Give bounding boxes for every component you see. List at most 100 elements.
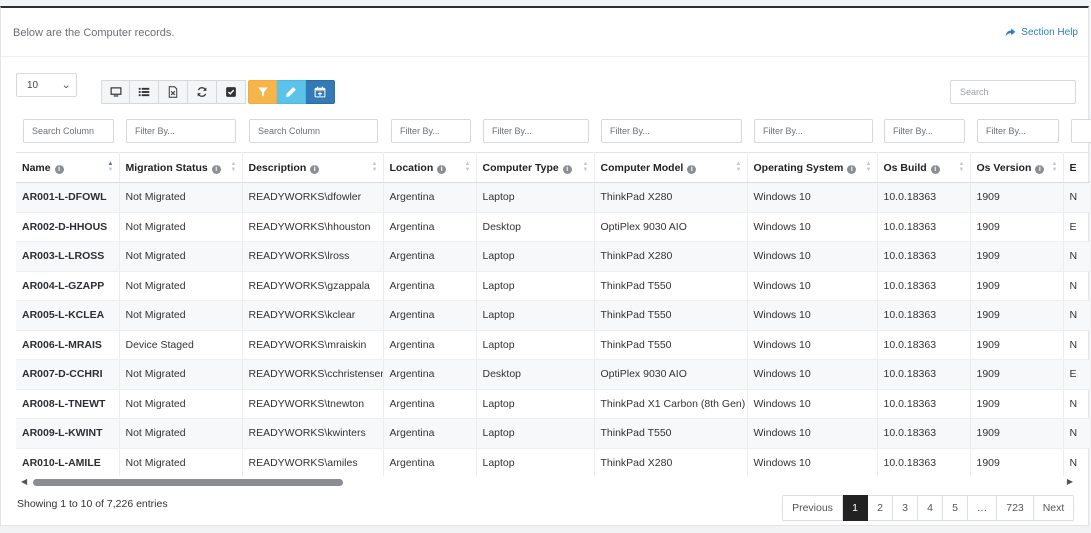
global-search-input[interactable] <box>950 80 1076 104</box>
table-row[interactable]: AR004-L-GZAPP Not Migrated READYWORKS\gzap… <box>16 271 1090 301</box>
scroll-left-icon[interactable]: ◀ <box>21 477 27 486</box>
info-icon[interactable]: i <box>437 164 447 174</box>
scroll-right-icon[interactable]: ▶ <box>1067 477 1073 486</box>
cell-os-build: 10.0.18363 <box>877 182 971 213</box>
table-row[interactable]: AR001-L-DFOWL Not Migrated READYWORKS\dfow… <box>16 182 1090 213</box>
column-header-name[interactable]: Name i ▲ ▼ <box>16 152 120 183</box>
excel-export-button[interactable] <box>159 80 188 104</box>
cell-migration-status: Not Migrated <box>119 182 243 213</box>
next-page-button[interactable]: Next <box>1034 495 1074 521</box>
cell-os-version: 1909 <box>970 241 1064 272</box>
operating-system-filter-input[interactable] <box>754 119 873 143</box>
cell-computer-model: ThinkPad T550 <box>594 418 748 449</box>
column-header-extra[interactable]: E <box>1063 152 1090 183</box>
cell-name[interactable]: AR010-L-AMILE <box>16 448 120 476</box>
cell-location: Argentina <box>383 271 477 301</box>
cell-description: READYWORKS\lross <box>242 241 384 272</box>
os-version-filter-input[interactable] <box>977 119 1059 143</box>
column-label: Migration Status <box>125 161 208 174</box>
table-row[interactable]: AR008-L-TNEWT Not Migrated READYWORKS\tnew… <box>16 389 1090 419</box>
column-header-migration-status[interactable]: Migration Status i ▲ ▼ <box>119 152 243 183</box>
column-label: Operating System <box>753 161 844 174</box>
header-divider <box>1 56 1088 57</box>
list-view-button[interactable] <box>130 80 159 104</box>
table-row[interactable]: AR009-L-KWINT Not Migrated READYWORKS\kwin… <box>16 418 1090 449</box>
name-column-search-input[interactable] <box>23 119 114 143</box>
computer-type-filter-input[interactable] <box>483 119 589 143</box>
excel-file-icon <box>168 86 178 98</box>
page-button-4[interactable]: 4 <box>918 495 943 521</box>
page-button-3[interactable]: 3 <box>893 495 918 521</box>
refresh-icon <box>197 87 207 97</box>
info-icon[interactable]: i <box>310 164 320 174</box>
horizontal-scrollbar[interactable]: ◀ ▶ <box>16 476 1075 488</box>
column-header-computer-model[interactable]: Computer Model i ▲ ▼ <box>594 152 748 183</box>
filter-button[interactable] <box>248 80 277 104</box>
cell-name[interactable]: AR003-L-LROSS <box>16 241 120 272</box>
column-header-os-version[interactable]: Os Version i ▲ ▼ <box>970 152 1064 183</box>
info-icon[interactable]: i <box>847 164 857 174</box>
column-header-computer-type[interactable]: Computer Type i ▲ ▼ <box>476 152 595 183</box>
computer-model-filter-input[interactable] <box>601 119 742 143</box>
column-header-location[interactable]: Location i ▲ ▼ <box>383 152 477 183</box>
info-icon[interactable]: i <box>930 164 940 174</box>
refresh-button[interactable] <box>188 80 217 104</box>
column-header-description[interactable]: Description i ▲ ▼ <box>242 152 384 183</box>
schedule-button[interactable] <box>306 80 335 104</box>
column-view-button[interactable] <box>101 80 130 104</box>
cell-name[interactable]: AR009-L-KWINT <box>16 418 120 449</box>
column-header-os-build[interactable]: Os Build i ▲ ▼ <box>877 152 971 183</box>
cell-name[interactable]: AR002-D-HHOUS <box>16 212 120 242</box>
share-arrow-icon <box>1005 28 1016 37</box>
cell-location: Argentina <box>383 241 477 272</box>
scrollbar-thumb[interactable] <box>33 479 343 486</box>
cell-extra: E <box>1063 212 1090 242</box>
cell-name[interactable]: AR006-L-MRAIS <box>16 330 120 360</box>
cell-computer-model: OptiPlex 9030 AIO <box>594 359 748 390</box>
filter-icon <box>257 87 268 97</box>
page-button-723[interactable]: 723 <box>997 495 1034 521</box>
info-icon[interactable]: i <box>562 164 572 174</box>
cell-name[interactable]: AR008-L-TNEWT <box>16 389 120 419</box>
page-button-5[interactable]: 5 <box>943 495 968 521</box>
sort-icon: ▲ ▼ <box>230 161 237 173</box>
cell-name[interactable]: AR001-L-DFOWL <box>16 182 120 213</box>
info-icon[interactable]: i <box>687 164 697 174</box>
cell-os-version: 1909 <box>970 418 1064 449</box>
cell-extra: N <box>1063 330 1090 360</box>
section-help-link[interactable]: Section Help <box>1005 27 1078 38</box>
page-size-select[interactable]: 10 ⌄ <box>16 73 77 97</box>
page-button-1[interactable]: 1 <box>843 495 868 521</box>
info-icon[interactable]: i <box>54 164 64 174</box>
table-row[interactable]: AR002-D-HHOUS Not Migrated READYWORKS\hhou… <box>16 212 1090 242</box>
column-label: Computer Model <box>600 161 684 174</box>
description-column-search-input[interactable] <box>249 119 378 143</box>
cell-name[interactable]: AR005-L-KCLEA <box>16 300 120 331</box>
cell-computer-type: Laptop <box>476 300 595 331</box>
cell-name[interactable]: AR004-L-GZAPP <box>16 271 120 301</box>
table-row[interactable]: AR006-L-MRAIS Device Staged READYWORKS\mra… <box>16 330 1090 360</box>
table-row[interactable]: AR007-D-CCHRI Not Migrated READYWORKS\cchr… <box>16 359 1090 390</box>
column-header-operating-system[interactable]: Operating System i ▲ ▼ <box>747 152 878 183</box>
edit-button[interactable] <box>277 80 306 104</box>
cell-extra: N <box>1063 241 1090 272</box>
table-row[interactable]: AR003-L-LROSS Not Migrated READYWORKS\lros… <box>16 241 1090 272</box>
sort-icon: ▲ ▼ <box>371 161 378 173</box>
cell-name[interactable]: AR007-D-CCHRI <box>16 359 120 390</box>
cell-migration-status: Not Migrated <box>119 300 243 331</box>
info-icon[interactable]: i <box>211 164 221 174</box>
os-build-filter-input[interactable] <box>884 119 965 143</box>
location-filter-input[interactable] <box>391 119 471 143</box>
page-button-2[interactable]: 2 <box>868 495 893 521</box>
extra-filter-input[interactable] <box>1071 119 1091 143</box>
info-icon[interactable]: i <box>1035 164 1045 174</box>
table-row[interactable]: AR010-L-AMILE Not Migrated READYWORKS\amil… <box>16 448 1090 476</box>
migration-status-filter-input[interactable] <box>126 119 236 143</box>
sort-icon: ▲ ▼ <box>582 161 589 173</box>
table-row[interactable]: AR005-L-KCLEA Not Migrated READYWORKS\kcle… <box>16 300 1090 331</box>
previous-page-button[interactable]: Previous <box>782 495 843 521</box>
cell-operating-system: Windows 10 <box>747 330 878 360</box>
select-all-button[interactable] <box>217 80 246 104</box>
intro-text: Below are the Computer records. <box>13 27 175 39</box>
cell-os-version: 1909 <box>970 359 1064 390</box>
